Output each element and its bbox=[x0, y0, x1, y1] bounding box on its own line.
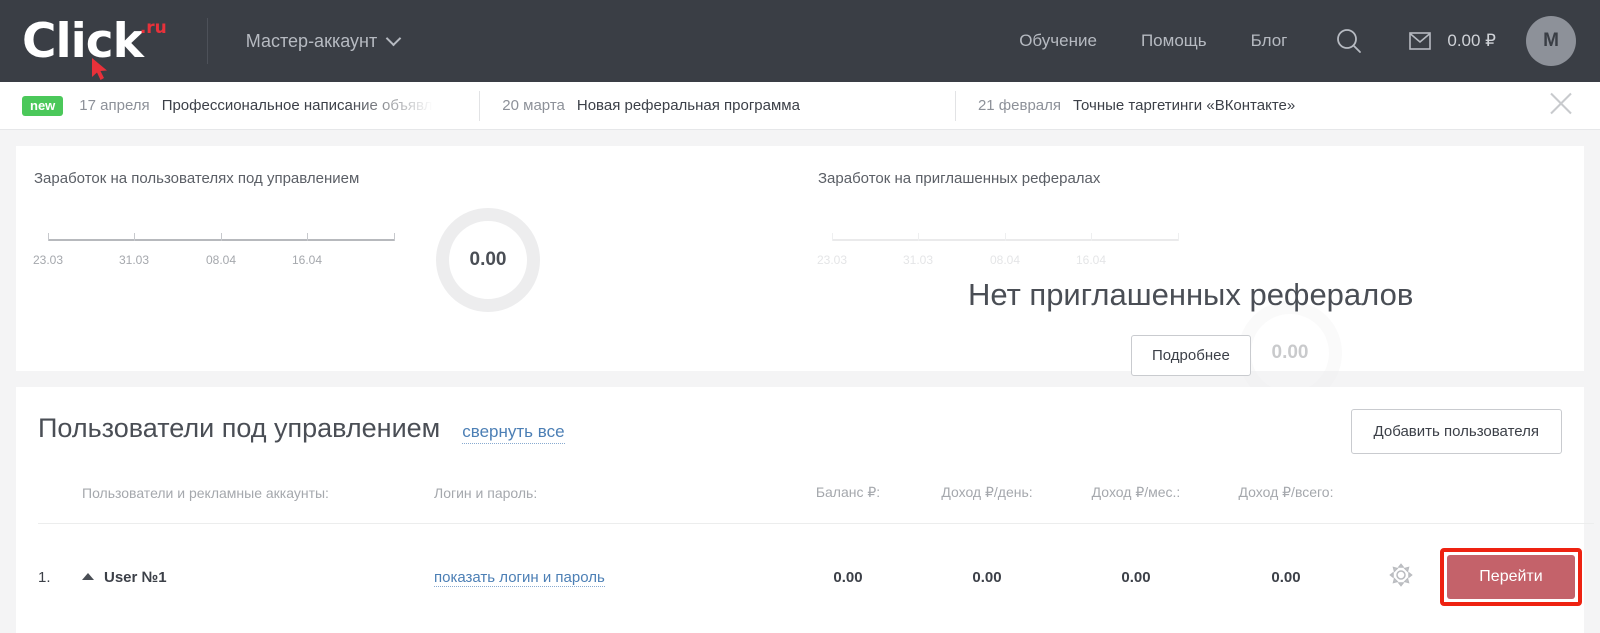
stat-title-referrals: Заработок на приглашенных рефералах bbox=[818, 170, 1101, 187]
row-action-cell: Перейти bbox=[1440, 523, 1594, 630]
x-tick-1: 31.03 bbox=[118, 253, 150, 267]
mail-icon[interactable] bbox=[1409, 32, 1432, 50]
row-income-month: 0.00 bbox=[1062, 523, 1210, 630]
row-user-name-cell: User №1 bbox=[82, 523, 434, 630]
account-switcher-label: Мастер-аккаунт bbox=[245, 30, 378, 51]
x-tick-2: 08.04 bbox=[205, 253, 237, 267]
x-tick-r0: 23.03 bbox=[816, 253, 848, 267]
news-item-1-date: 17 апреля bbox=[79, 97, 150, 114]
news-item-2[interactable]: 20 марта Новая реферальная программа bbox=[502, 97, 800, 114]
donut-value-managed-users: 0.00 bbox=[469, 249, 507, 270]
row-balance: 0.00 bbox=[784, 523, 912, 630]
account-balance[interactable]: 0.00 ₽ bbox=[1447, 31, 1496, 51]
nav-item-blog[interactable]: Блог bbox=[1251, 31, 1288, 51]
news-item-2-date: 20 марта bbox=[502, 97, 565, 114]
chart-axis-line bbox=[48, 233, 395, 241]
table-row: 1. User №1 показать логин и пароль 0.00 … bbox=[38, 523, 1594, 630]
donut-value-referrals: 0.00 bbox=[1271, 342, 1309, 363]
avatar[interactable]: M bbox=[1526, 16, 1576, 66]
news-item-1-title[interactable]: Профессиональное написание объявлений дл… bbox=[162, 97, 458, 114]
column-header-balance: Баланс ₽: bbox=[815, 484, 881, 500]
column-header-action bbox=[1440, 484, 1594, 524]
goto-button[interactable]: Перейти bbox=[1447, 555, 1575, 599]
logo-suffix: .ru bbox=[139, 17, 167, 38]
row-income-total: 0.00 bbox=[1210, 523, 1362, 630]
nav-item-training[interactable]: Обучение bbox=[1019, 31, 1097, 51]
row-income-day: 0.00 bbox=[912, 523, 1062, 630]
goto-button-highlight: Перейти bbox=[1440, 548, 1582, 606]
news-new-badge: new bbox=[22, 95, 64, 116]
nav-item-help[interactable]: Помощь bbox=[1141, 31, 1207, 51]
column-header-income-month: Доход ₽/мес.: bbox=[1091, 484, 1181, 500]
stat-block-managed-users: Заработок на пользователях под управлени… bbox=[16, 146, 800, 371]
logo-text: Click bbox=[22, 13, 144, 69]
row-user-name: User №1 bbox=[104, 568, 167, 586]
column-header-settings bbox=[1362, 484, 1440, 524]
stat-title-managed-users: Заработок на пользователях под управлени… bbox=[34, 170, 360, 187]
add-user-button[interactable]: Добавить пользователя bbox=[1350, 409, 1562, 454]
row-login-cell: показать логин и пароль bbox=[434, 523, 784, 630]
column-header-login: Логин и пароль: bbox=[434, 484, 538, 501]
news-item-2-title[interactable]: Новая реферальная программа bbox=[577, 97, 800, 114]
managed-users-table: Пользователи и рекламные аккаунты: Логин… bbox=[38, 484, 1594, 630]
close-icon[interactable] bbox=[1548, 90, 1574, 121]
referrals-details-button[interactable]: Подробнее bbox=[1131, 335, 1251, 376]
collapse-all-link[interactable]: свернуть все bbox=[462, 421, 565, 444]
news-item-1[interactable]: 17 апреля Профессиональное написание объ… bbox=[79, 97, 458, 114]
referrals-empty-message: Нет приглашенных рефералов bbox=[968, 277, 1414, 312]
x-tick-r3: 16.04 bbox=[1075, 253, 1107, 267]
chart-managed-users: 23.03 31.03 08.04 16.04 bbox=[33, 233, 408, 267]
logo[interactable]: Click .ru bbox=[22, 13, 167, 80]
donut-total-managed-users: 0.00 bbox=[436, 208, 540, 312]
managed-users-section: Пользователи под управлением свернуть вс… bbox=[16, 387, 1594, 633]
chart-referrals: 23.03 31.03 08.04 16.04 0.00 bbox=[817, 233, 1584, 405]
x-tick-3: 16.04 bbox=[291, 253, 323, 267]
column-header-index bbox=[38, 484, 82, 524]
column-header-income-day: Доход ₽/день: bbox=[941, 484, 1033, 500]
chart-axis-line-referrals bbox=[832, 233, 1179, 241]
stat-block-referrals: Заработок на приглашенных рефералах 23.0… bbox=[800, 146, 1584, 405]
row-index: 1. bbox=[38, 523, 82, 630]
header-right-group: Обучение Помощь Блог 0.00 ₽ M bbox=[975, 16, 1576, 66]
header-divider bbox=[206, 18, 208, 64]
x-tick-r1: 31.03 bbox=[902, 253, 934, 267]
page-content: Заработок на пользователях под управлени… bbox=[0, 146, 1600, 633]
news-divider-2 bbox=[954, 90, 956, 121]
news-ticker-bar: new 17 апреля Профессиональное написание… bbox=[0, 82, 1600, 130]
managed-users-header: Пользователи под управлением свернуть вс… bbox=[38, 413, 1562, 444]
gear-icon[interactable] bbox=[1388, 562, 1414, 592]
chevron-down-icon bbox=[385, 30, 402, 47]
column-header-users: Пользователи и рекламные аккаунты: bbox=[82, 484, 329, 501]
search-icon[interactable] bbox=[1335, 27, 1363, 55]
show-login-password-link[interactable]: показать логин и пароль bbox=[434, 568, 605, 587]
news-divider-1 bbox=[479, 90, 481, 121]
row-settings-cell bbox=[1362, 523, 1440, 630]
top-navigation-bar: Click .ru Мастер-аккаунт Обучение Помощь… bbox=[0, 0, 1600, 82]
news-item-3-date: 21 февраля bbox=[977, 97, 1062, 114]
expand-triangle-icon[interactable] bbox=[82, 572, 94, 580]
news-item-3[interactable]: 21 февраля Точные таргетинги «ВКонтакте» bbox=[978, 97, 1295, 114]
column-header-income-total: Доход ₽/всего: bbox=[1238, 484, 1334, 500]
x-tick-0: 23.03 bbox=[32, 253, 64, 267]
x-tick-r2: 08.04 bbox=[989, 253, 1021, 267]
page-title: Пользователи под управлением bbox=[38, 413, 441, 443]
news-item-3-title[interactable]: Точные таргетинги «ВКонтакте» bbox=[1073, 97, 1295, 114]
account-switcher[interactable]: Мастер-аккаунт bbox=[245, 30, 402, 52]
stats-card: Заработок на пользователях под управлени… bbox=[16, 146, 1584, 405]
table-header-row: Пользователи и рекламные аккаунты: Логин… bbox=[38, 484, 1594, 524]
